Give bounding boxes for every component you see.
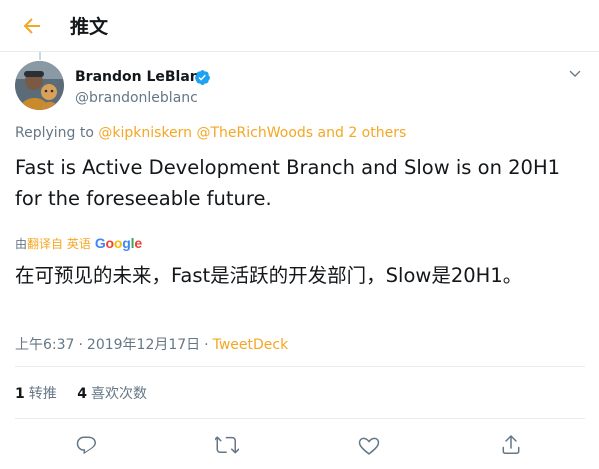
- retweets-stat[interactable]: 1 转推: [15, 384, 57, 404]
- replying-to-label: Replying to: [15, 125, 94, 141]
- heart-icon: [358, 437, 380, 455]
- and-label: and: [317, 125, 344, 141]
- mention-link[interactable]: @TheRichWoods: [197, 125, 314, 141]
- retweet-icon: [215, 436, 239, 454]
- others-link[interactable]: 2 others: [348, 125, 406, 141]
- author-name[interactable]: Brandon LeBlanc: [75, 67, 208, 87]
- author-handle[interactable]: @brandonleblanc: [75, 88, 198, 108]
- retweets-count: 1: [15, 386, 25, 402]
- page-title: 推文: [70, 16, 109, 38]
- retweets-label: 转推: [28, 386, 57, 402]
- google-logo: Google: [94, 235, 142, 251]
- meta-separator: ·: [78, 337, 83, 353]
- replying-to: Replying to @kipkniskern @TheRichWoods a…: [15, 123, 406, 143]
- back-button[interactable]: [20, 14, 44, 38]
- avatar[interactable]: [15, 61, 64, 110]
- translation-link[interactable]: 翻译自 英语: [27, 237, 91, 251]
- arrow-left-icon: [23, 18, 40, 34]
- reply-icon: [76, 436, 96, 455]
- tweet-text: Fast is Active Development Branch and Sl…: [15, 156, 561, 210]
- like-button[interactable]: [357, 433, 381, 457]
- tweet-time[interactable]: 上午6:37: [15, 337, 74, 353]
- translated-tweet-text: 在可预见的未来，Fast是活跃的开发部门，Slow是20H1。: [15, 264, 523, 287]
- mention-link[interactable]: @kipkniskern: [98, 125, 192, 141]
- likes-label: 喜欢次数: [90, 386, 147, 402]
- share-button[interactable]: [499, 433, 523, 457]
- translation-attribution: 由翻译自 英语 Google: [15, 233, 142, 254]
- tweet-stats: 1 转推 4 喜欢次数: [15, 384, 163, 404]
- more-options-button[interactable]: [565, 64, 585, 84]
- reply-button[interactable]: [74, 433, 98, 457]
- avatar-image: [15, 61, 64, 110]
- tweet-meta: 上午6:37 · 2019年12月17日 · TweetDeck: [15, 335, 288, 355]
- chevron-down-icon: [569, 70, 581, 77]
- meta-separator: ·: [204, 337, 209, 353]
- likes-stat[interactable]: 4 喜欢次数: [77, 384, 147, 404]
- share-icon: [502, 435, 520, 454]
- divider: [15, 366, 585, 367]
- thread-connector: [39, 52, 41, 60]
- tweet-date[interactable]: 2019年12月17日: [87, 337, 200, 353]
- translation-prefix: 由: [15, 237, 28, 251]
- likes-count: 4: [77, 386, 87, 402]
- retweet-button[interactable]: [215, 433, 239, 457]
- page-header: 推文: [0, 0, 599, 52]
- verified-badge-icon: [194, 69, 211, 86]
- divider: [15, 418, 585, 419]
- tweet-actions: [0, 430, 599, 460]
- tweet-source-link[interactable]: TweetDeck: [213, 337, 289, 353]
